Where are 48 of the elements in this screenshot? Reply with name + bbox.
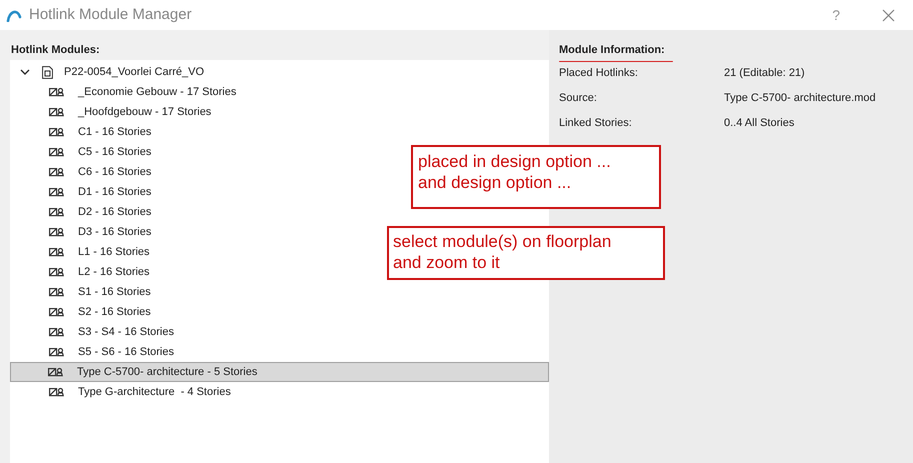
- module-icon: [49, 307, 64, 317]
- annotation-note: select module(s) on floorplan and zoom to it: [387, 226, 665, 280]
- tree-item[interactable]: Type G-architecture - 4 Stories: [10, 382, 236, 402]
- tree-item[interactable]: S2 - 16 Stories: [10, 302, 156, 322]
- info-label: Source:: [559, 91, 598, 106]
- tree-item[interactable]: S1 - 16 Stories: [10, 282, 156, 302]
- info-value: Type C-5700- architecture.mod: [724, 91, 876, 106]
- module-icon: [49, 207, 64, 217]
- close-icon[interactable]: [882, 8, 895, 22]
- module-icon: [49, 267, 64, 277]
- module-icon: [49, 287, 64, 297]
- tree-item[interactable]: L1 - 16 Stories: [10, 242, 155, 262]
- tree-item[interactable]: D1 - 16 Stories: [10, 182, 156, 202]
- module-icon: [49, 347, 64, 357]
- module-icon: [49, 87, 64, 97]
- module-icon: [49, 387, 64, 397]
- info-label: Placed Hotlinks:: [559, 66, 639, 82]
- section-heading: Module Information:: [559, 43, 665, 58]
- info-label: Linked Stories:: [559, 116, 633, 132]
- module-icon: [49, 187, 64, 197]
- tree-item[interactable]: _Hoofdgebouw - 17 Stories: [10, 102, 216, 122]
- tree-item[interactable]: D3 - 16 Stories: [10, 222, 156, 242]
- module-icon: [49, 127, 64, 137]
- module-icon: [48, 367, 63, 377]
- tree-item[interactable]: C6 - 16 Stories: [10, 162, 156, 182]
- module-icon: [49, 147, 64, 157]
- annotation-note: placed in design option ... and design option ...: [411, 145, 661, 209]
- tree-item[interactable]: C5 - 16 Stories: [10, 142, 156, 162]
- info-value: 21 (Editable: 21): [724, 66, 805, 82]
- tree-item[interactable]: S5 - S6 - 16 Stories: [10, 342, 179, 362]
- tree-item[interactable]: Type C-5700- architecture - 5 Stories: [10, 362, 549, 382]
- module-icon: [49, 167, 64, 177]
- file-icon: [42, 66, 53, 78]
- tree-item[interactable]: _Economie Gebouw - 17 Stories: [10, 82, 242, 102]
- info-value: 0..4 All Stories: [724, 116, 794, 132]
- app-logo-icon: [6, 8, 22, 22]
- tree-item[interactable]: P22-0054_Voorlei Carré_VO: [64, 64, 204, 80]
- section-heading: Hotlink Modules:: [10, 43, 101, 58]
- module-icon: [49, 227, 64, 237]
- module-icon: [49, 327, 64, 337]
- module-icon: [49, 107, 64, 117]
- window-title: Hotlink Module Manager: [29, 4, 192, 25]
- chevron-icon[interactable]: [20, 67, 30, 77]
- tree-item[interactable]: C1 - 16 Stories: [10, 122, 156, 142]
- module-icon: [49, 247, 64, 257]
- tree-item[interactable]: L2 - 16 Stories: [10, 262, 155, 282]
- tree-item[interactable]: D2 - 16 Stories: [10, 202, 156, 222]
- tree-item[interactable]: S3 - S4 - 16 Stories: [10, 322, 179, 342]
